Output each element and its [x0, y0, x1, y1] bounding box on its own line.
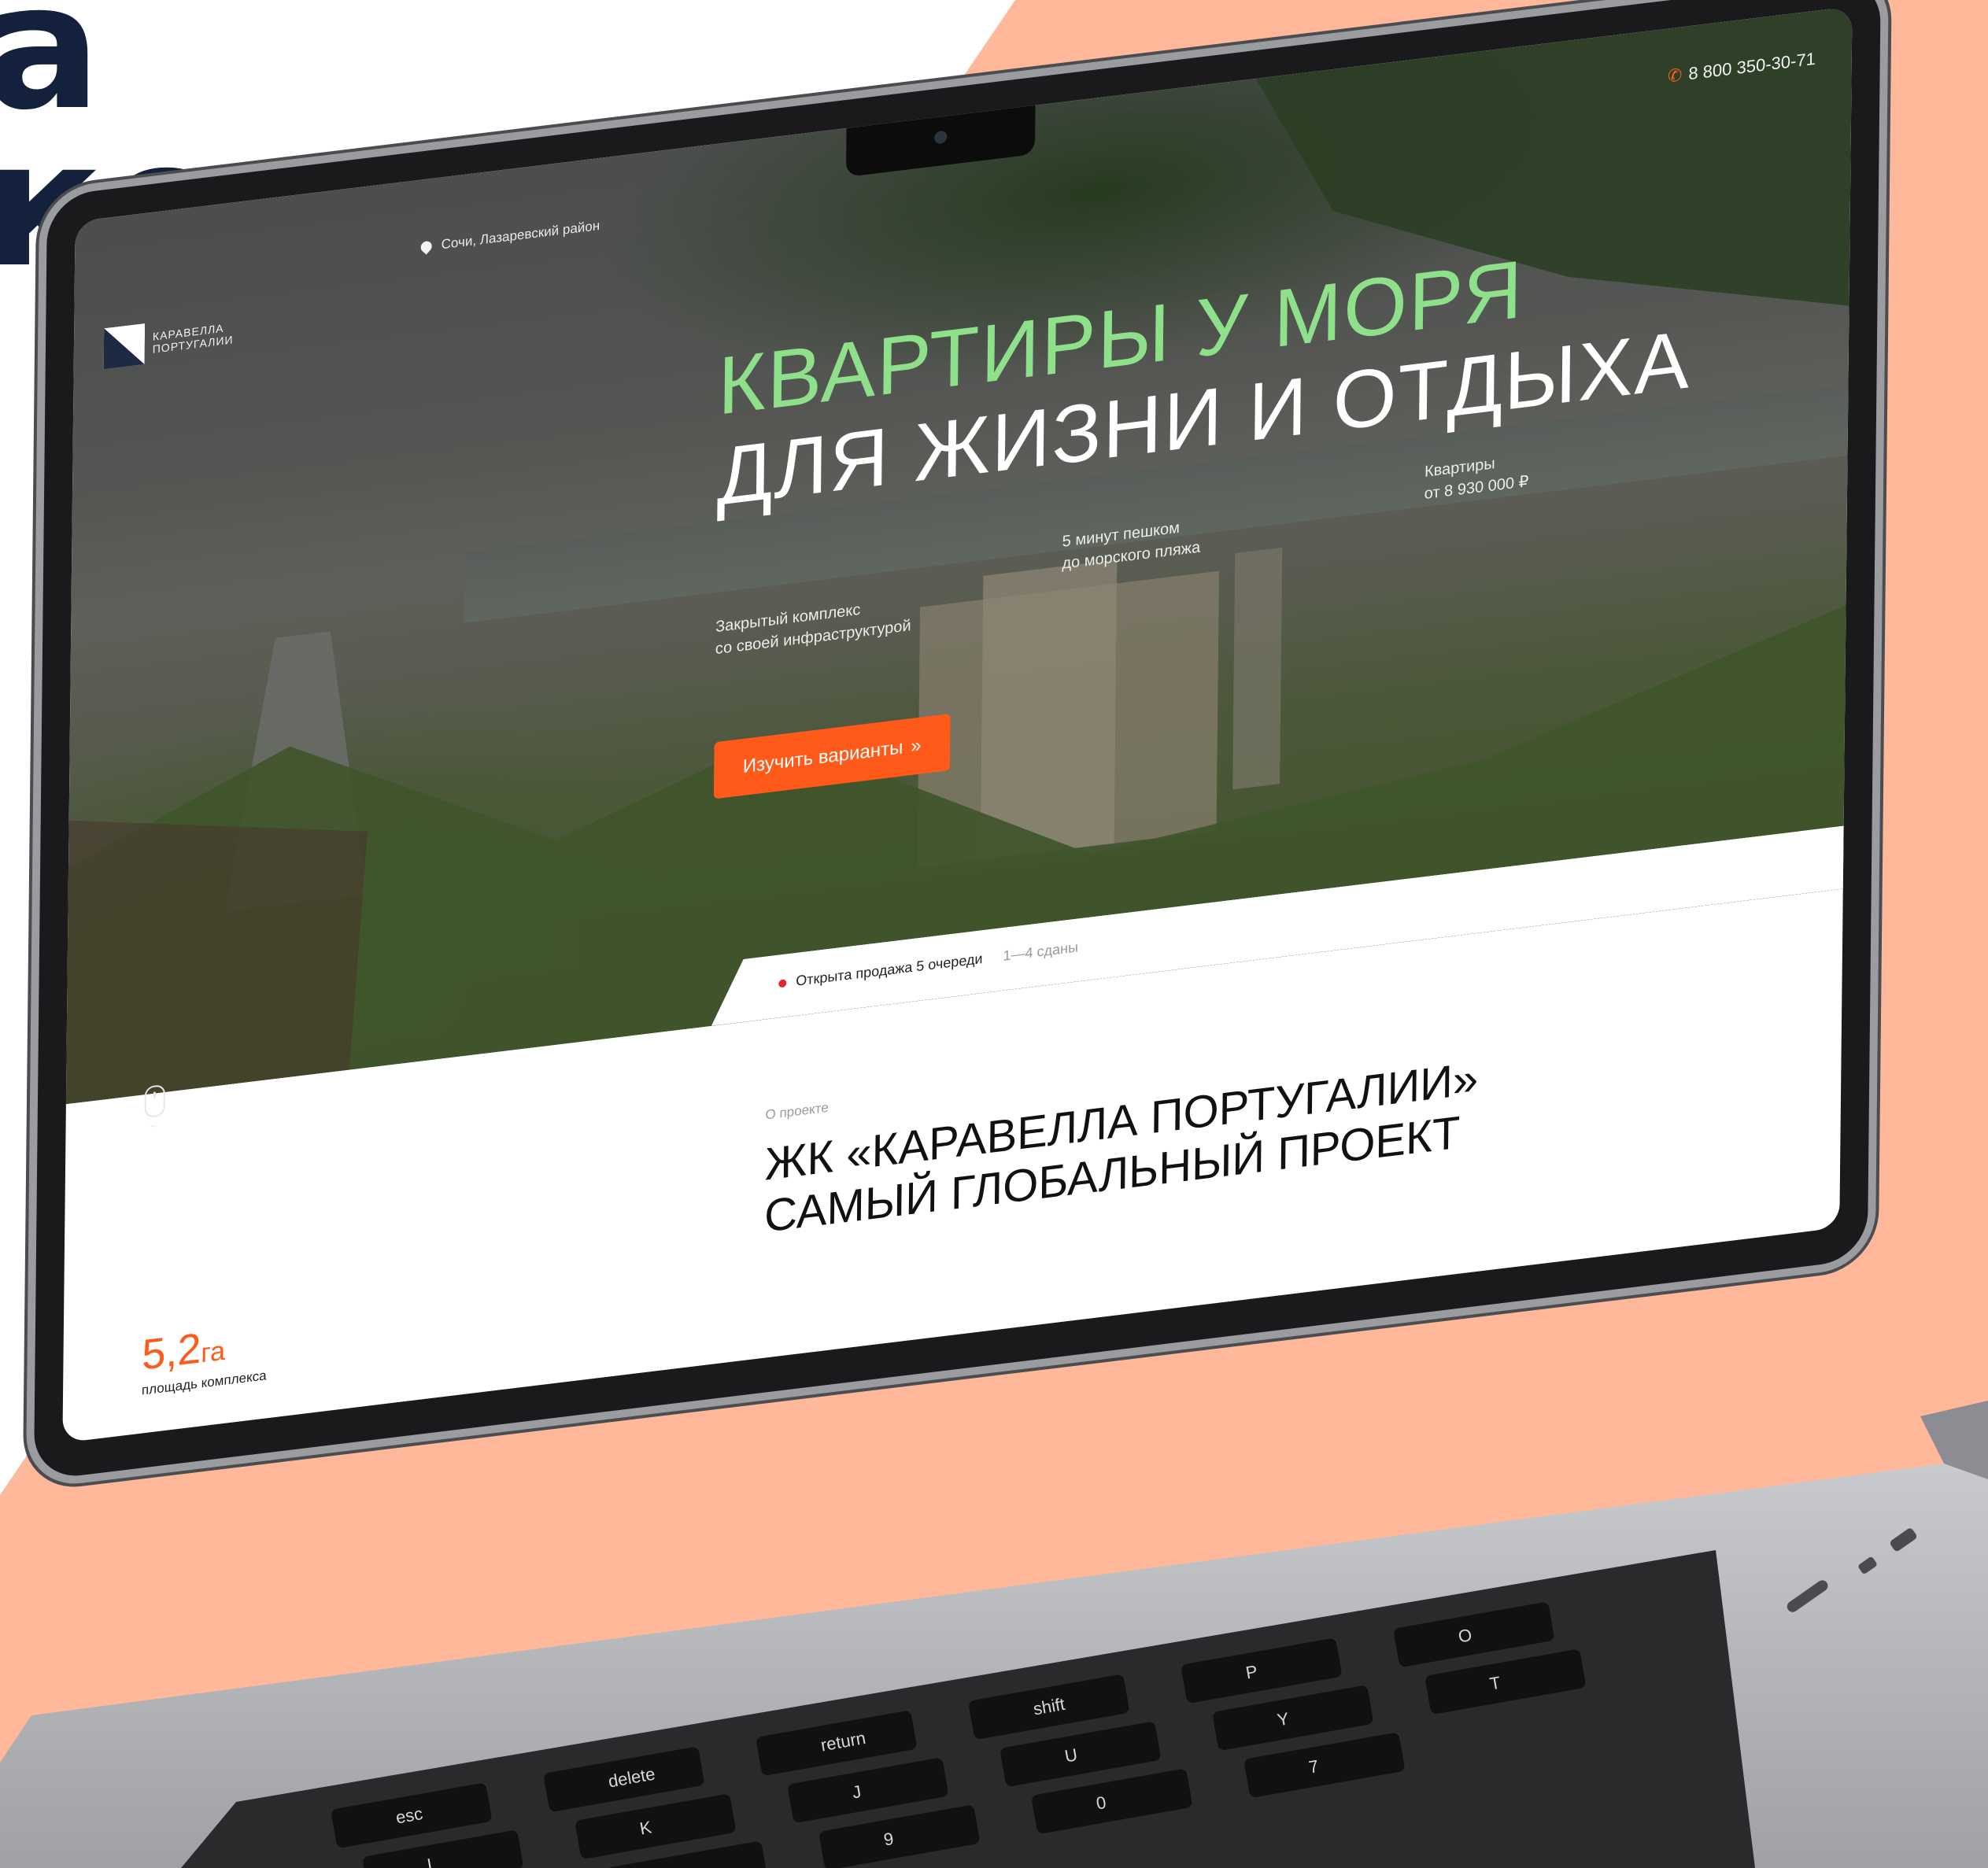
laptop-lid: КАРАВЕЛЛА ПОРТУГАЛИИ Сочи, Лазаревский р… [33, 0, 1881, 1482]
status-dot-icon [778, 978, 787, 988]
about-title: ЖК «КАРАВЕЛЛА ПОРТУГАЛИИ» САМЫЙ ГЛОБАЛЬН… [764, 1053, 1479, 1243]
stat-area-number: 5,2 [142, 1324, 201, 1379]
camera-icon [934, 130, 948, 145]
stat-area-unit: га [201, 1335, 226, 1369]
about-label: О проекте [765, 1099, 829, 1123]
mouse-scroll-icon[interactable] [144, 1084, 165, 1119]
scroll-down-arrow-icon: ⌄ [149, 1118, 157, 1131]
double-chevron-right-icon: » [911, 734, 922, 758]
logo-mark-icon [103, 323, 146, 370]
logo-text: КАРАВЕЛЛА ПОРТУГАЛИИ [152, 321, 234, 356]
map-pin-icon [418, 238, 434, 255]
phone-icon: ✆ [1667, 65, 1683, 87]
stat-area-value: 5,2га [142, 1321, 225, 1380]
laptop-screen: КАРАВЕЛЛА ПОРТУГАЛИИ Сочи, Лазаревский р… [62, 6, 1853, 1443]
laptop: КАРАВЕЛЛА ПОРТУГАЛИИ Сочи, Лазаревский р… [0, 0, 1988, 1868]
explore-options-label: Изучить варианты [742, 736, 903, 777]
